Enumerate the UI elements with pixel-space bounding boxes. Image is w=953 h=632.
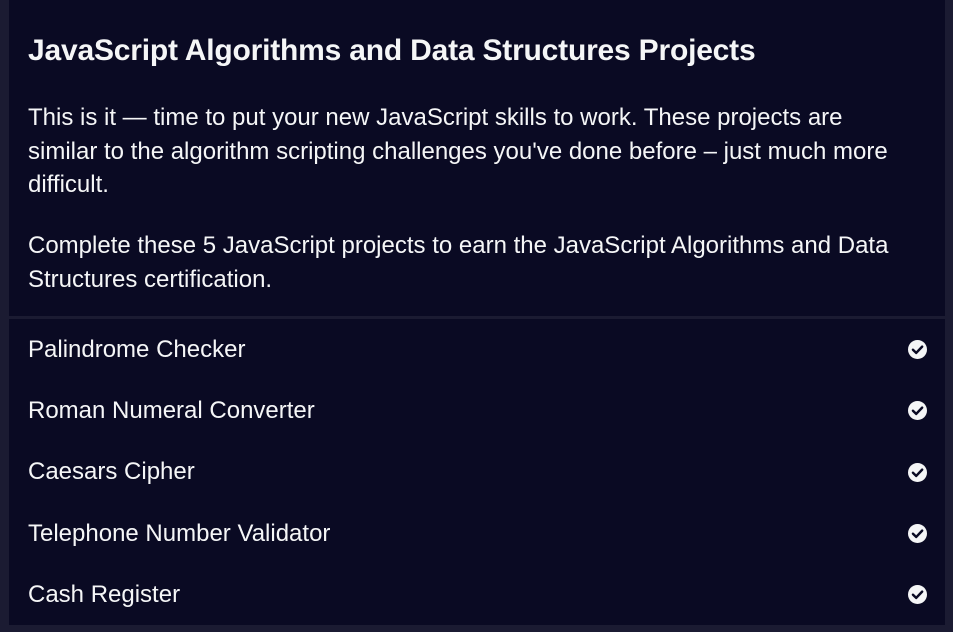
project-link-caesars-cipher[interactable]: Caesars Cipher bbox=[9, 442, 945, 503]
project-label: Telephone Number Validator bbox=[28, 519, 331, 547]
project-link-cash-register[interactable]: Cash Register bbox=[9, 564, 945, 625]
check-circle-icon bbox=[908, 585, 927, 605]
check-circle-icon bbox=[908, 340, 927, 360]
project-label: Palindrome Checker bbox=[28, 335, 246, 363]
block-intro: JavaScript Algorithms and Data Structure… bbox=[9, 0, 945, 316]
check-circle-icon bbox=[908, 462, 927, 482]
project-link-palindrome-checker[interactable]: Palindrome Checker bbox=[9, 319, 945, 380]
check-circle-icon bbox=[908, 401, 927, 421]
block-bottom-border bbox=[9, 625, 945, 632]
intro-paragraph: This is it — time to put your new JavaSc… bbox=[28, 104, 888, 198]
project-label: Roman Numeral Converter bbox=[28, 396, 315, 424]
project-link-roman-numeral-converter[interactable]: Roman Numeral Converter bbox=[9, 380, 945, 441]
intro-paragraph: Complete these 5 JavaScript projects to … bbox=[28, 232, 889, 293]
check-circle-icon bbox=[908, 524, 927, 544]
block-title: JavaScript Algorithms and Data Structure… bbox=[28, 34, 756, 67]
project-link-telephone-number-validator[interactable]: Telephone Number Validator bbox=[9, 503, 945, 564]
certification-block: JavaScript Algorithms and Data Structure… bbox=[9, 0, 945, 632]
project-label: Caesars Cipher bbox=[28, 458, 195, 486]
project-list: Palindrome Checker Roman Numeral Convert… bbox=[9, 319, 945, 632]
project-label: Cash Register bbox=[28, 580, 181, 608]
